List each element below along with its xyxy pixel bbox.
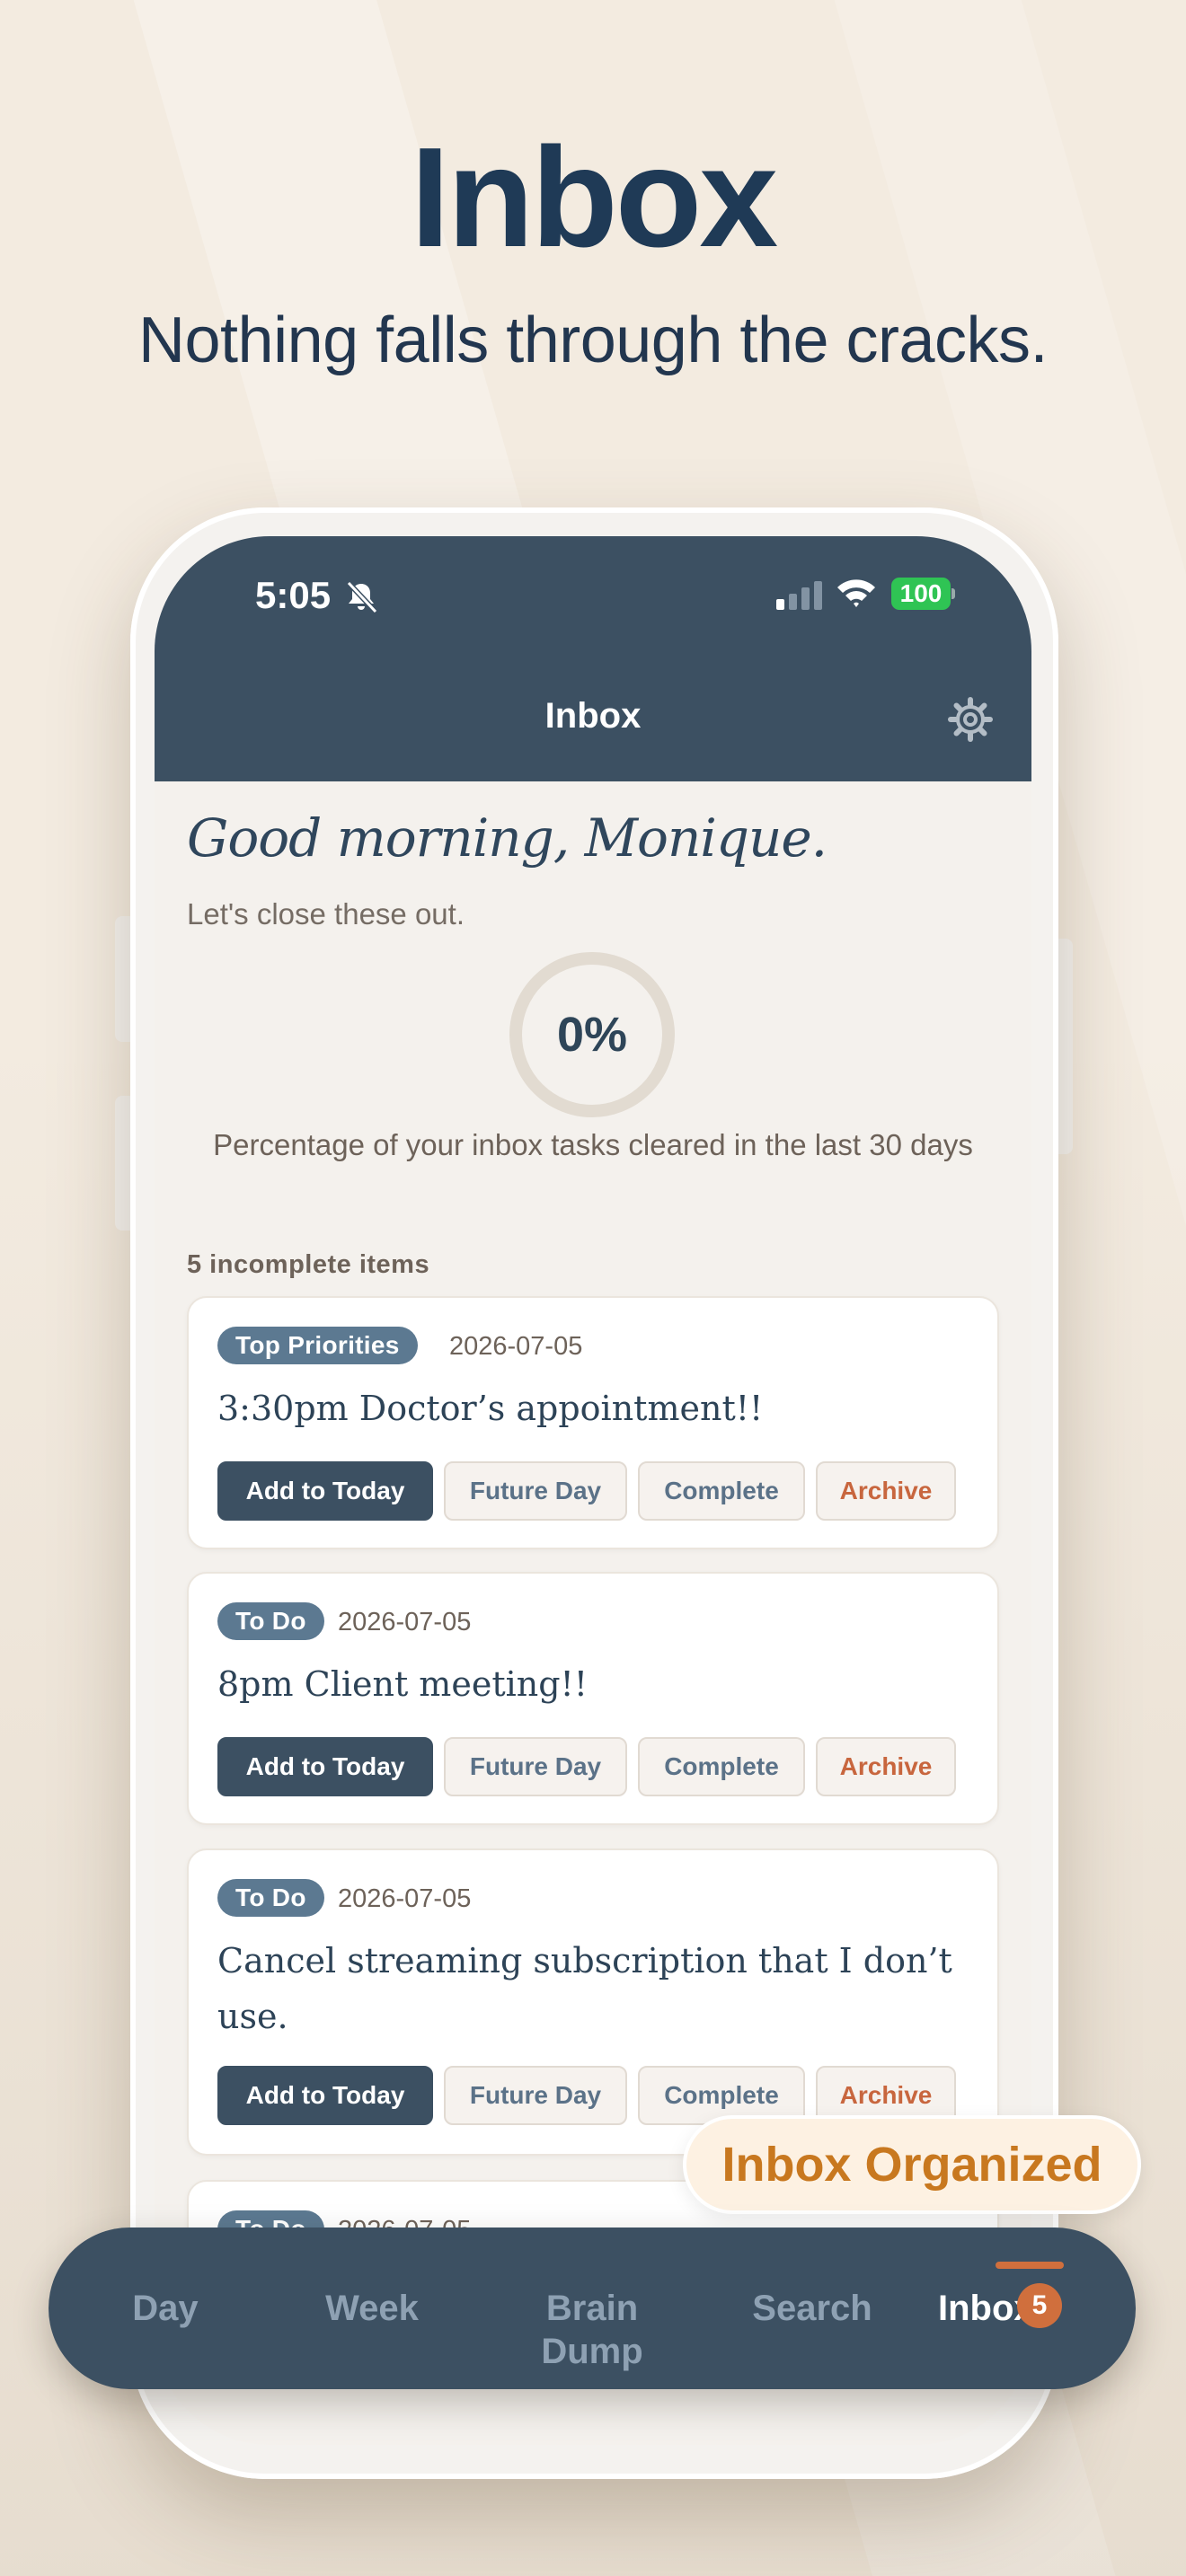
tab-week[interactable]: Week [273,2228,471,2389]
tab-search[interactable]: Search [713,2228,911,2389]
progress-caption: Percentage of your inbox tasks cleared i… [213,1128,973,1161]
complete-button[interactable]: Complete [638,1461,805,1521]
add-to-today-button[interactable]: Add to Today [217,1461,433,1521]
incomplete-count: 5 incomplete items [187,1250,430,1279]
hero-title: Inbox [410,119,778,277]
task-date: 2026-07-05 [338,1884,472,1913]
archive-button[interactable]: Archive [816,1461,956,1521]
gear-icon[interactable] [947,696,994,743]
battery-tip [951,588,955,599]
greeting-subtitle: Let's close these out. [187,897,465,931]
future-day-button[interactable]: Future Day [444,1737,627,1796]
greeting-title: Good morning, Monique. [187,807,828,869]
task-tag: To Do [217,1602,324,1640]
archive-button[interactable]: Archive [816,1737,956,1796]
tab-brain-dump[interactable]: Brain Dump [493,2228,691,2389]
tab-label-line2: Dump [541,2332,643,2371]
add-to-today-button[interactable]: Add to Today [217,2066,433,2125]
tab-label: Search [752,2289,872,2328]
active-tab-indicator [996,2262,1064,2269]
app-header: 5:05 100 Inbox [155,536,1031,781]
future-day-button[interactable]: Future Day [444,2066,627,2125]
tab-label: Day [132,2289,199,2328]
tab-label-line1: Brain [545,2289,639,2328]
tab-day[interactable]: Day [66,2228,264,2389]
task-card: To Do 2026-07-05 Cancel streaming subscr… [187,1848,999,2156]
task-date: 2026-07-05 [449,1332,583,1361]
toast-message: Inbox Organized [683,2115,1141,2214]
complete-button[interactable]: Complete [638,1737,805,1796]
tab-bar: Day Week Brain Dump Search Inbox [49,2228,1136,2389]
task-date: 2026-07-05 [338,1608,472,1636]
task-tag: Top Priorities [217,1327,418,1364]
header-title: Inbox [544,696,642,736]
task-card: To Do 2026-07-05 8pm Client meeting!! Ad… [187,1572,999,1825]
task-tag: To Do [217,1879,324,1917]
task-title: 3:30pm Doctor’s appointment!! [217,1389,764,1428]
tab-label: Week [325,2289,419,2328]
battery-level: 100 [891,578,951,610]
inbox-count-badge: 5 [1017,2283,1062,2328]
hero-subtitle: Nothing falls through the cracks. [137,304,1049,376]
bell-muted-icon [346,580,378,614]
future-day-button[interactable]: Future Day [444,1461,627,1521]
task-title: 8pm Client meeting!! [217,1664,589,1704]
task-card: Top Priorities 2026-07-05 3:30pm Doctor’… [187,1296,999,1549]
progress-value: 0% [556,1008,628,1062]
status-time: 5:05 [255,574,332,616]
task-title: Cancel streaming subscription that I don… [217,1941,952,2036]
wifi-icon [837,579,875,607]
battery-indicator: 100 [891,578,955,610]
signal-icon [776,581,822,610]
add-to-today-button[interactable]: Add to Today [217,1737,433,1796]
